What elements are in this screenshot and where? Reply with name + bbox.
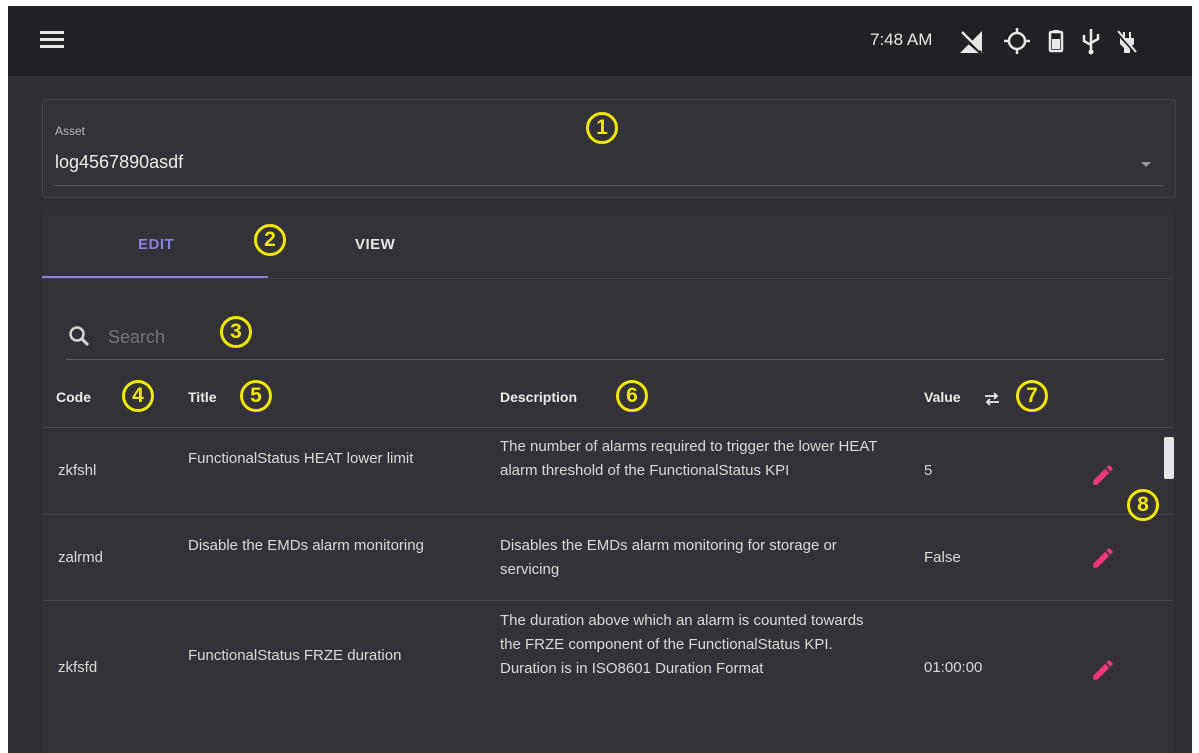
cell-title: FunctionalStatus HEAT lower limit: [188, 450, 414, 467]
asset-label: Asset: [55, 124, 86, 138]
cell-value: 01:00:00: [924, 659, 983, 676]
column-header-code[interactable]: Code: [56, 389, 91, 405]
table-row: zkfsfd FunctionalStatus FRZE duration Th…: [42, 601, 1174, 753]
table-row: zalrmd Disable the EMDs alarm monitoring…: [42, 515, 1174, 601]
cell-value: False: [924, 549, 961, 566]
cell-description: The number of alarms required to trigger…: [500, 438, 878, 479]
status-time: 7:48 AM: [870, 30, 933, 49]
annotation-badge-6: 6: [616, 380, 648, 412]
parameters-table: Code Title Description Value zkfshl Func…: [42, 278, 1174, 753]
no-charging-icon: [1115, 30, 1139, 56]
app-screen: 7:48 AM Asset log4567890asdf EDIT VIEW S…: [8, 6, 1192, 753]
hamburger-menu-icon[interactable]: [40, 31, 64, 51]
search-input[interactable]: [106, 321, 810, 353]
tabs-bar: EDIT VIEW: [42, 210, 1174, 278]
edit-icon[interactable]: [1090, 462, 1116, 488]
annotation-badge-2: 2: [254, 224, 286, 256]
edit-icon[interactable]: [1090, 657, 1116, 683]
cell-code: zkfsfd: [58, 659, 98, 676]
column-header-value[interactable]: Value: [924, 389, 961, 405]
annotation-badge-8: 8: [1127, 489, 1159, 521]
annotation-badge-7: 7: [1016, 380, 1048, 412]
annotation-badge-5: 5: [240, 380, 272, 412]
tab-edit[interactable]: EDIT: [138, 236, 174, 253]
cell-value: 5: [924, 462, 933, 479]
cell-title: Disable the EMDs alarm monitoring: [188, 537, 424, 554]
column-header-description[interactable]: Description: [500, 389, 577, 405]
scrollbar-thumb[interactable]: [1164, 437, 1174, 479]
table-row: zkfshl FunctionalStatus HEAT lower limit…: [42, 428, 1174, 515]
cell-description: The duration above which an alarm is cou…: [500, 612, 864, 677]
asset-underline: [55, 185, 1163, 186]
tab-view[interactable]: VIEW: [355, 236, 395, 253]
status-bar: 7:48 AM: [8, 6, 1192, 76]
no-signal-icon: [958, 31, 982, 55]
caret-down-icon[interactable]: [1141, 162, 1151, 167]
location-icon: [1004, 28, 1030, 54]
cell-code: zkfshl: [58, 462, 97, 479]
cell-description: Disables the EMDs alarm monitoring for s…: [500, 537, 837, 578]
edit-icon[interactable]: [1090, 545, 1116, 571]
search-underline: [66, 359, 1164, 360]
annotation-badge-3: 3: [220, 316, 252, 348]
asset-value: log4567890asdf: [55, 152, 184, 172]
column-header-title[interactable]: Title: [188, 389, 217, 405]
annotation-badge-4: 4: [122, 380, 154, 412]
battery-icon: [1048, 30, 1064, 53]
usb-icon: [1082, 29, 1100, 55]
search-icon: [69, 326, 90, 347]
annotation-badge-1: 1: [586, 112, 618, 144]
cell-title: FunctionalStatus FRZE duration: [188, 647, 402, 664]
cell-code: zalrmd: [58, 549, 104, 566]
sort-icon[interactable]: [982, 391, 1002, 407]
